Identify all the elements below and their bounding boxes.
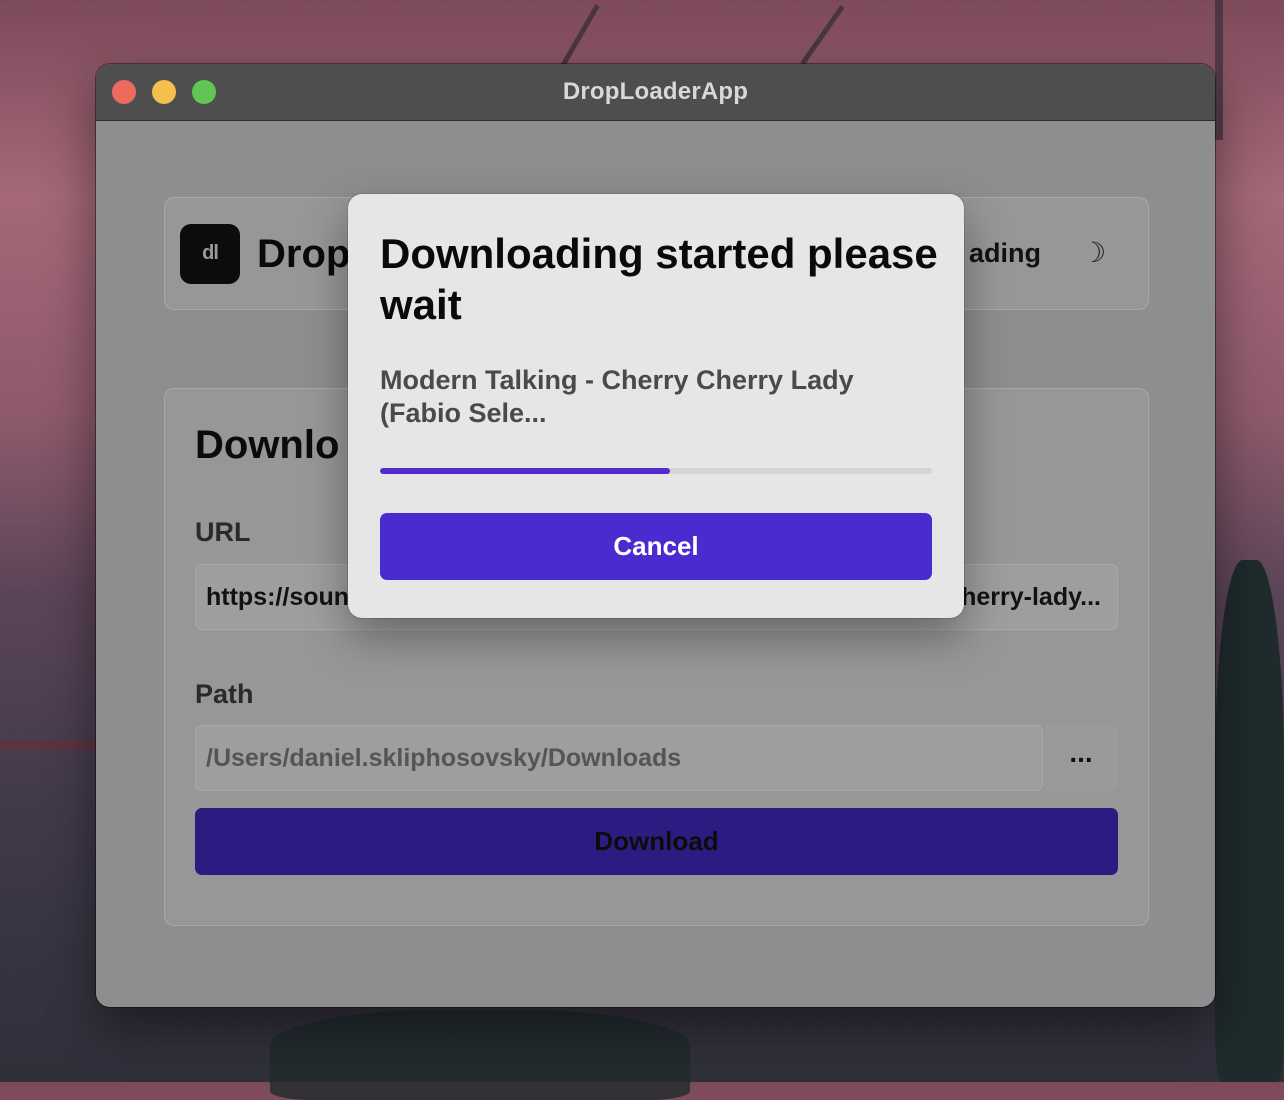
track-name: Modern Talking - Cherry Cherry Lady (Fab… [380, 365, 854, 428]
wallpaper-bridge-cable [800, 4, 845, 66]
progress-fill [380, 468, 670, 474]
wallpaper-bridge-tower [1215, 0, 1223, 140]
wallpaper-trees [1215, 560, 1284, 1082]
browse-path-button[interactable]: ... [1044, 725, 1118, 791]
url-label: URL [195, 517, 251, 547]
logo-text: dl [202, 242, 219, 264]
form-title: Downlo [195, 423, 340, 467]
url-value-end: herry-lady... [961, 583, 1101, 611]
dialog-title: Downloading started please wait [380, 230, 938, 328]
download-progress-dialog: Downloading started please wait Modern T… [348, 194, 964, 618]
app-name: Drop [257, 232, 351, 276]
title-bar[interactable]: DropLoaderApp [96, 64, 1215, 121]
download-button[interactable]: Download [195, 808, 1118, 875]
wallpaper-bridge-deck [0, 740, 96, 750]
window-title: DropLoaderApp [562, 78, 749, 105]
url-value-start: https://soun [206, 583, 350, 611]
download-progress-bar [380, 468, 932, 474]
moon-icon[interactable]: ☽ [1081, 236, 1106, 269]
path-label: Path [195, 679, 254, 709]
wallpaper-trees [270, 1010, 690, 1100]
cancel-button[interactable]: Cancel [380, 513, 932, 580]
path-input[interactable]: /Users/daniel.skliphosovsky/Downloads [195, 725, 1043, 791]
app-logo-icon: dl [180, 224, 240, 284]
